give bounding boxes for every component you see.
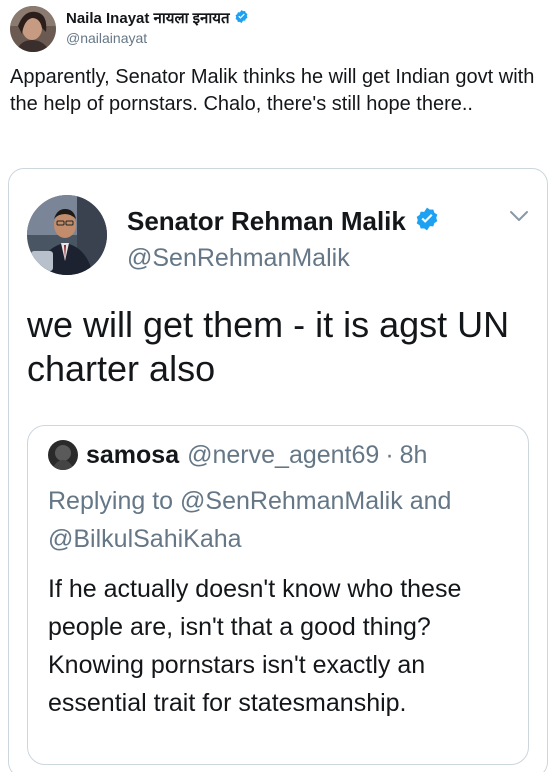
inner-tweet-header: samosa @nerve_agent69 · 8h xyxy=(48,440,427,470)
replying-to-label: Replying to xyxy=(48,487,174,515)
chevron-down-icon[interactable] xyxy=(509,209,529,227)
inner-tweet-text-line: If he actually doesn't know who these pe… xyxy=(48,575,462,641)
inner-quoted-tweet-card[interactable]: samosa @nerve_agent69 · 8h Replying to @… xyxy=(27,425,529,765)
verified-badge-icon xyxy=(414,206,440,237)
quoted-author-handle[interactable]: @SenRehmanMalik xyxy=(127,241,440,275)
author-handle[interactable]: @nailainayat xyxy=(66,29,249,47)
quoted-author-name[interactable]: Senator Rehman Malik xyxy=(127,205,406,237)
author-name[interactable]: Naila Inayat नायला इनायत xyxy=(66,10,230,28)
tweet-header: Naila Inayat नायला इनायत @nailainayat xyxy=(10,6,249,52)
quoted-author-avatar[interactable] xyxy=(27,195,107,275)
tweet-text: Apparently, Senator Malik thinks he will… xyxy=(10,66,535,115)
inner-author-name[interactable]: samosa xyxy=(86,441,179,470)
quoted-tweet-card[interactable]: Senator Rehman Malik @SenRehmanMalik we … xyxy=(8,168,548,772)
verified-badge-icon xyxy=(234,9,249,29)
inner-author-handle[interactable]: @nerve_agent69 xyxy=(187,441,379,470)
quoted-tweet-text: we will get them - it is agst UN charter… xyxy=(27,304,510,389)
inner-tweet-time[interactable]: 8h xyxy=(400,441,428,470)
author-info: Naila Inayat नायला इनायत @nailainayat xyxy=(66,9,249,47)
inner-tweet-text-line: Knowing pornstars isn't exactly an essen… xyxy=(48,651,426,717)
inner-tweet-text: If he actually doesn't know who these pe… xyxy=(48,570,518,722)
separator-dot: · xyxy=(385,440,394,469)
author-avatar[interactable] xyxy=(10,6,56,52)
replying-to-mention[interactable]: @BilkulSahiKaha xyxy=(48,525,242,553)
replying-to-mention[interactable]: @SenRehmanMalik xyxy=(180,487,403,515)
replying-and: and xyxy=(409,487,452,515)
quoted-tweet-header: Senator Rehman Malik @SenRehmanMalik xyxy=(27,195,440,275)
inner-author-avatar[interactable] xyxy=(48,440,78,470)
replying-to: Replying to @SenRehmanMalik and @BilkulS… xyxy=(48,482,518,558)
